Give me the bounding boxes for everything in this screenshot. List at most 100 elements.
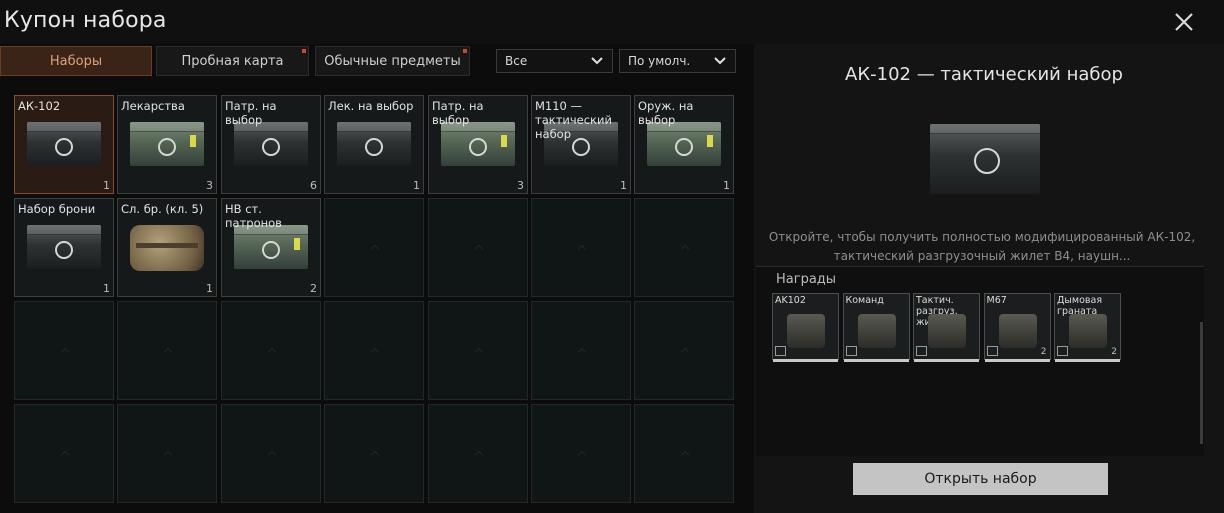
empty-slot bbox=[117, 404, 217, 503]
kit-slot[interactable]: Набор брони 1 bbox=[14, 198, 114, 297]
open-kit-button[interactable]: Открыть набор bbox=[853, 463, 1108, 495]
tab-kits-label: Наборы bbox=[49, 53, 103, 69]
reward-count: 2 bbox=[1040, 347, 1047, 357]
package-icon bbox=[1057, 346, 1068, 356]
detail-crate-image bbox=[930, 124, 1040, 194]
package-icon bbox=[775, 346, 786, 356]
kit-slot-count: 1 bbox=[103, 179, 110, 192]
rewards-scrollbar[interactable] bbox=[1200, 322, 1203, 444]
tab-trial-card[interactable]: Пробная карта bbox=[156, 46, 309, 76]
kit-slot-label: Патр. на выбор bbox=[432, 99, 484, 127]
kit-slot[interactable]: НВ ст. патронов 2 bbox=[221, 198, 321, 297]
reward-label: AK102 bbox=[775, 295, 806, 306]
kit-slot[interactable]: Лекарства 3 bbox=[117, 95, 217, 194]
category-dropdown[interactable]: Все bbox=[496, 49, 613, 73]
empty-slot bbox=[324, 198, 424, 297]
reward-item[interactable]: Дымовая граната 2 bbox=[1054, 293, 1121, 362]
tab-regular-items[interactable]: Обычные предметы bbox=[315, 46, 470, 76]
dark-crate-icon bbox=[337, 122, 411, 166]
green-crate-icon bbox=[130, 122, 204, 166]
empty-slot bbox=[428, 198, 528, 297]
grenade-icon bbox=[998, 314, 1037, 348]
reward-underline bbox=[843, 359, 909, 362]
kit-slot-count: 6 bbox=[310, 179, 317, 192]
empty-slot bbox=[221, 404, 321, 503]
kit-slot-label: Набор брони bbox=[18, 202, 96, 216]
empty-slot bbox=[14, 301, 114, 400]
reward-count: 2 bbox=[1111, 347, 1117, 357]
kit-slot[interactable]: Сл. бр. (кл. 5) 1 bbox=[117, 198, 217, 297]
empty-slot bbox=[221, 301, 321, 400]
reward-item[interactable]: M67 2 bbox=[983, 293, 1051, 362]
kit-slot-count: 3 bbox=[206, 179, 213, 192]
empty-slot bbox=[117, 301, 217, 400]
duffel-bag-icon bbox=[130, 225, 204, 271]
empty-slot bbox=[531, 301, 631, 400]
kit-slot-count: 3 bbox=[517, 179, 524, 192]
empty-slot bbox=[634, 198, 734, 297]
kit-slot-label: M110 — тактический набор bbox=[535, 99, 612, 141]
kit-slot-count: 1 bbox=[723, 179, 730, 192]
kit-slot-label: Сл. бр. (кл. 5) bbox=[121, 202, 204, 216]
green-crate-icon bbox=[234, 225, 308, 269]
reward-underline bbox=[984, 359, 1050, 362]
title-bar bbox=[0, 0, 1224, 44]
kit-slot[interactable]: M110 — тактический набор 1 bbox=[531, 95, 631, 194]
detail-title: АК-102 — тактический набор bbox=[845, 64, 1123, 85]
chevron-down-icon bbox=[714, 57, 726, 65]
sort-dropdown-value: По умолч. bbox=[628, 54, 691, 68]
dark-crate-icon bbox=[27, 122, 101, 166]
green-crate-icon bbox=[441, 122, 515, 166]
reward-underline bbox=[773, 359, 838, 362]
kit-slot[interactable]: Патр. на выбор 3 bbox=[428, 95, 528, 194]
close-icon[interactable] bbox=[1172, 10, 1196, 34]
kit-slot[interactable]: АК-102 1 bbox=[14, 95, 114, 194]
package-icon bbox=[916, 346, 927, 356]
empty-slot bbox=[324, 404, 424, 503]
kit-slot-count: 1 bbox=[206, 282, 213, 295]
green-crate-icon bbox=[647, 122, 721, 166]
reward-item[interactable]: Тактич. разгруз. жилет В4 bbox=[913, 293, 980, 362]
kit-slot-label: Лек. на выбор bbox=[328, 99, 414, 113]
kit-slot-label: Патр. на выбор bbox=[225, 99, 277, 127]
reward-item[interactable]: AK102 bbox=[772, 293, 839, 362]
detail-description: Откройте, чтобы получить полностью модиф… bbox=[764, 228, 1200, 266]
kit-slot-count: 2 bbox=[310, 282, 317, 295]
kit-slot-label: АК-102 bbox=[18, 99, 61, 113]
rifle-icon bbox=[787, 314, 825, 348]
empty-slot bbox=[324, 301, 424, 400]
empty-slot bbox=[428, 404, 528, 503]
smoke-grenade-icon bbox=[1069, 314, 1107, 348]
description-line: Откройте, чтобы получить полностью модиф… bbox=[768, 230, 1196, 244]
package-icon bbox=[986, 346, 998, 356]
empty-slot bbox=[14, 404, 114, 503]
empty-slot bbox=[531, 404, 631, 503]
kit-slot-count: 1 bbox=[620, 179, 627, 192]
reward-label: Команд bbox=[845, 295, 884, 306]
reward-underline bbox=[914, 359, 979, 362]
empty-slot bbox=[428, 301, 528, 400]
kit-slot[interactable]: Патр. на выбор 6 bbox=[221, 95, 321, 194]
tab-trial-card-label: Пробная карта bbox=[181, 53, 284, 69]
chevron-down-icon bbox=[591, 57, 603, 65]
reward-underline bbox=[1055, 359, 1120, 362]
kit-slot-count: 1 bbox=[103, 282, 110, 295]
kit-grid: АК-102 1 Лекарства 3 Патр. на выбор 6 Лек. на … bbox=[14, 95, 734, 503]
dark-crate-icon bbox=[234, 122, 308, 166]
kit-slot[interactable]: Оруж. на выбор 1 bbox=[634, 95, 734, 194]
tab-kits[interactable]: Наборы bbox=[0, 46, 152, 76]
empty-slot bbox=[531, 198, 631, 297]
empty-slot bbox=[634, 404, 734, 503]
tab-regular-items-label: Обычные предметы bbox=[324, 53, 461, 69]
kit-slot-label: НВ ст. патронов bbox=[225, 202, 282, 230]
rewards-label: Награды bbox=[776, 272, 837, 287]
empty-slot bbox=[634, 301, 734, 400]
reward-item[interactable]: Команд bbox=[842, 293, 910, 362]
notification-dot-icon bbox=[463, 49, 467, 53]
headset-icon bbox=[857, 314, 896, 348]
package-icon bbox=[845, 346, 857, 356]
sort-dropdown[interactable]: По умолч. bbox=[619, 49, 736, 73]
kit-slot-count: 1 bbox=[413, 179, 420, 192]
notification-dot-icon bbox=[302, 49, 306, 53]
kit-slot[interactable]: Лек. на выбор 1 bbox=[324, 95, 424, 194]
